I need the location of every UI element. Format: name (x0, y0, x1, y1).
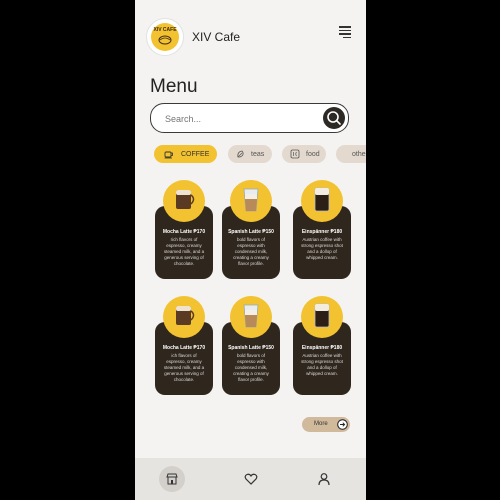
mocha-latte-image (163, 296, 205, 338)
tab-coffee[interactable]: COFFEE (154, 145, 217, 163)
search-bar (150, 103, 349, 134)
product-name: Mocha Latte ₱170 (162, 345, 206, 351)
search-icon (327, 111, 341, 125)
tea-leaf-icon (237, 150, 244, 158)
einspanner-image (301, 296, 343, 338)
product-description: Austrian coffee with strong espresso shot… (301, 237, 343, 260)
more-button-label: More (314, 421, 328, 427)
product-name: Einspänner ₱180 (301, 229, 343, 235)
product-name: Mocha Latte ₱170 (162, 229, 206, 235)
store-icon (166, 473, 178, 485)
logo-badge: XIV CAFE (151, 23, 179, 51)
tab-food[interactable]: food (282, 145, 326, 163)
app-header: XIV CAFE XIV Cafe (135, 0, 366, 70)
product-card[interactable]: Einspänner ₱180 Austrian coffee with stro… (293, 296, 351, 395)
product-name: Spanish Latte ₱150 (228, 345, 274, 351)
food-icon (290, 149, 300, 159)
more-button[interactable]: More (302, 417, 350, 432)
coffee-cup-icon (164, 151, 173, 159)
category-tabs: COFFEE teas food other (154, 145, 366, 163)
nav-home-button[interactable] (159, 466, 185, 492)
tab-other[interactable]: other (336, 145, 366, 163)
app-screen: XIV CAFE XIV Cafe Menu Search... COFFEE … (135, 0, 366, 500)
bottom-navigation (135, 458, 366, 500)
user-icon[interactable] (317, 472, 331, 486)
product-description: bold flavors of espresso with condensed mi… (233, 237, 269, 266)
heart-icon[interactable] (244, 472, 258, 486)
arrow-right-circle-icon (337, 419, 348, 430)
tab-teas[interactable]: teas (228, 145, 272, 163)
product-card[interactable]: Mocha Latte ₱170 rich flavors of espresso… (155, 180, 213, 279)
spanish-latte-image (230, 180, 272, 222)
cafe-logo[interactable]: XIV CAFE (146, 18, 184, 56)
product-description: ich flavors of espresso, creamy steamed mi… (163, 353, 205, 382)
product-description: rich flavors of espresso, creamy steamed m… (163, 237, 205, 266)
tab-coffee-label: COFFEE (181, 150, 210, 158)
mocha-latte-image (163, 180, 205, 222)
product-description: Austrian coffee with strong espresso shot… (301, 353, 343, 376)
einspanner-image (301, 180, 343, 222)
product-card[interactable]: Spanish Latte ₱150 bold flavors of espres… (222, 296, 280, 395)
tab-food-label: food (306, 150, 320, 158)
search-button[interactable] (323, 107, 345, 129)
product-name: Spanish Latte ₱150 (228, 229, 274, 235)
hamburger-icon[interactable] (339, 26, 351, 39)
coffee-bean-icon (158, 35, 172, 45)
search-input[interactable] (163, 104, 317, 134)
app-title: XIV Cafe (192, 30, 241, 44)
product-name: Einspänner ₱180 (301, 345, 343, 351)
product-card[interactable]: Einspänner ₱180 Austrian coffee with stro… (293, 180, 351, 279)
product-description: bold flavors of espresso with condensed mi… (233, 353, 269, 382)
tab-teas-label: teas (251, 150, 265, 158)
spanish-latte-image (230, 296, 272, 338)
product-card[interactable]: Spanish Latte ₱150 bold flavors of espres… (222, 180, 280, 279)
tab-other-label: other (352, 150, 366, 158)
product-card[interactable]: Mocha Latte ₱170 ich flavors of espresso,… (155, 296, 213, 395)
page-title: Menu (150, 76, 198, 97)
